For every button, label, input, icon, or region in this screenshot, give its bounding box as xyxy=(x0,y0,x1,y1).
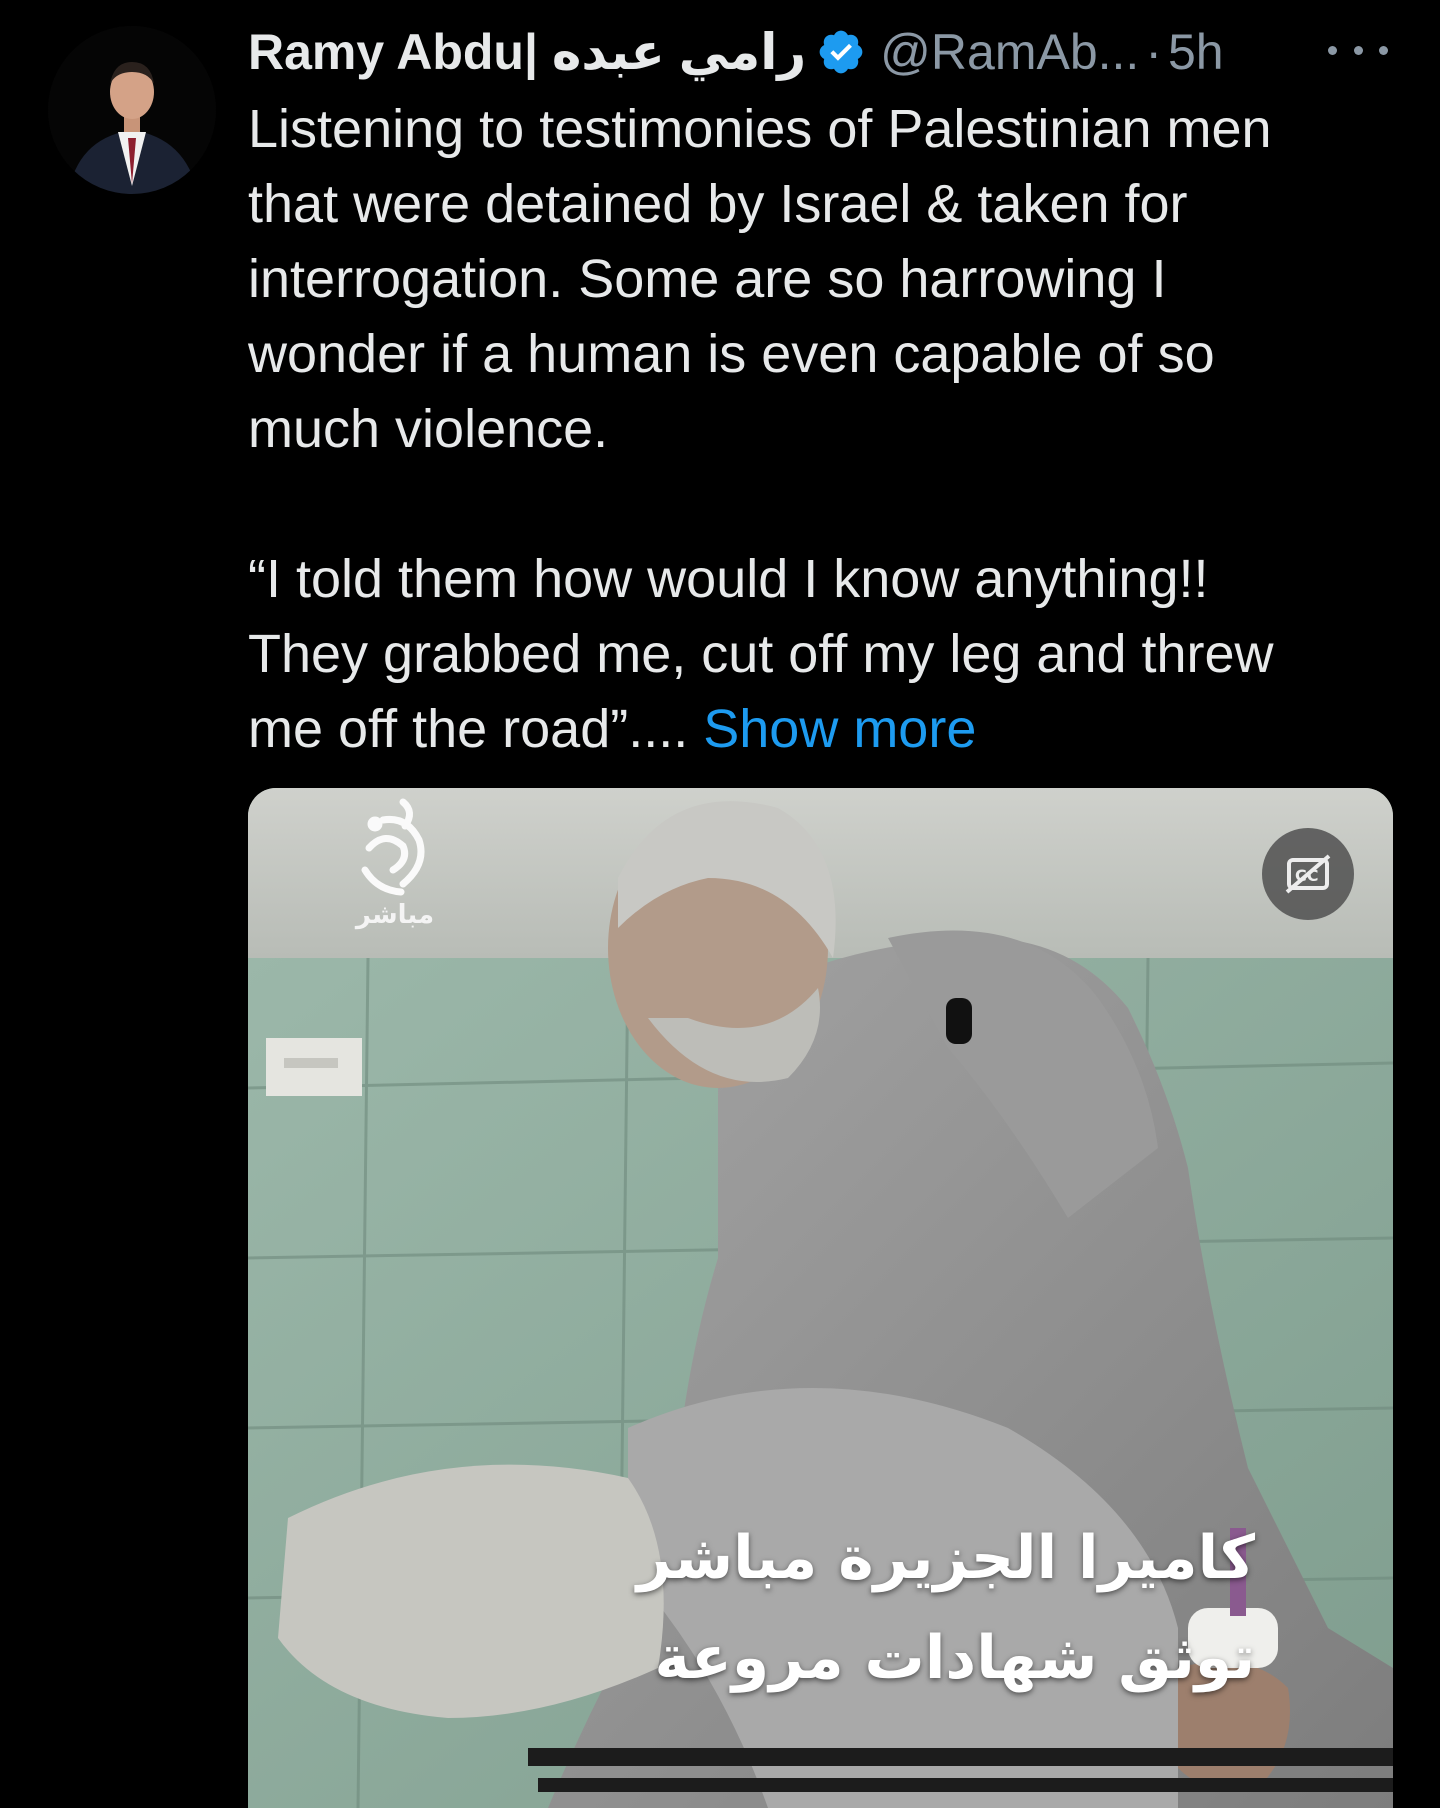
tweet[interactable]: Ramy Abdu| رامي عبده @RamAb... · 5h List… xyxy=(0,0,1440,1808)
overlay-caption-line-1: كاميرا الجزيرة مباشر xyxy=(636,1523,1255,1593)
avatar-photo xyxy=(48,26,216,194)
video-media[interactable]: مباشر CC كاميرا الجزيرة مباشر توثق شهادا… xyxy=(248,788,1393,1808)
closed-captions-off-icon[interactable]: CC xyxy=(1262,828,1354,920)
verified-badge-icon[interactable] xyxy=(816,27,866,77)
tweet-paragraph-1: Listening to testimonies of Palestinian … xyxy=(248,99,1272,459)
avatar[interactable] xyxy=(48,26,216,194)
tweet-text: Listening to testimonies of Palestinian … xyxy=(248,92,1378,767)
show-more-link[interactable]: Show more xyxy=(703,699,976,759)
video-overlay-caption: كاميرا الجزيرة مباشر توثق شهادات مروعة xyxy=(637,1508,1255,1708)
channel-logo-caption: مباشر xyxy=(355,900,435,930)
more-options-icon[interactable] xyxy=(1328,30,1388,70)
tweet-paragraph-2: “I told them how would I know anything!!… xyxy=(248,542,1378,767)
author-display-name[interactable]: Ramy Abdu| رامي عبده xyxy=(248,23,806,81)
overlay-caption-line-2: توثق شهادات مروعة xyxy=(654,1623,1255,1693)
al-jazeera-logo-icon xyxy=(361,798,425,896)
timestamp[interactable]: 5h xyxy=(1168,23,1224,81)
tweet-header: Ramy Abdu| رامي عبده @RamAb... · 5h xyxy=(248,22,1398,82)
author-handle[interactable]: @RamAb... xyxy=(880,23,1139,81)
channel-logo: مباشر xyxy=(340,794,450,944)
separator-dot: · xyxy=(1145,24,1162,80)
